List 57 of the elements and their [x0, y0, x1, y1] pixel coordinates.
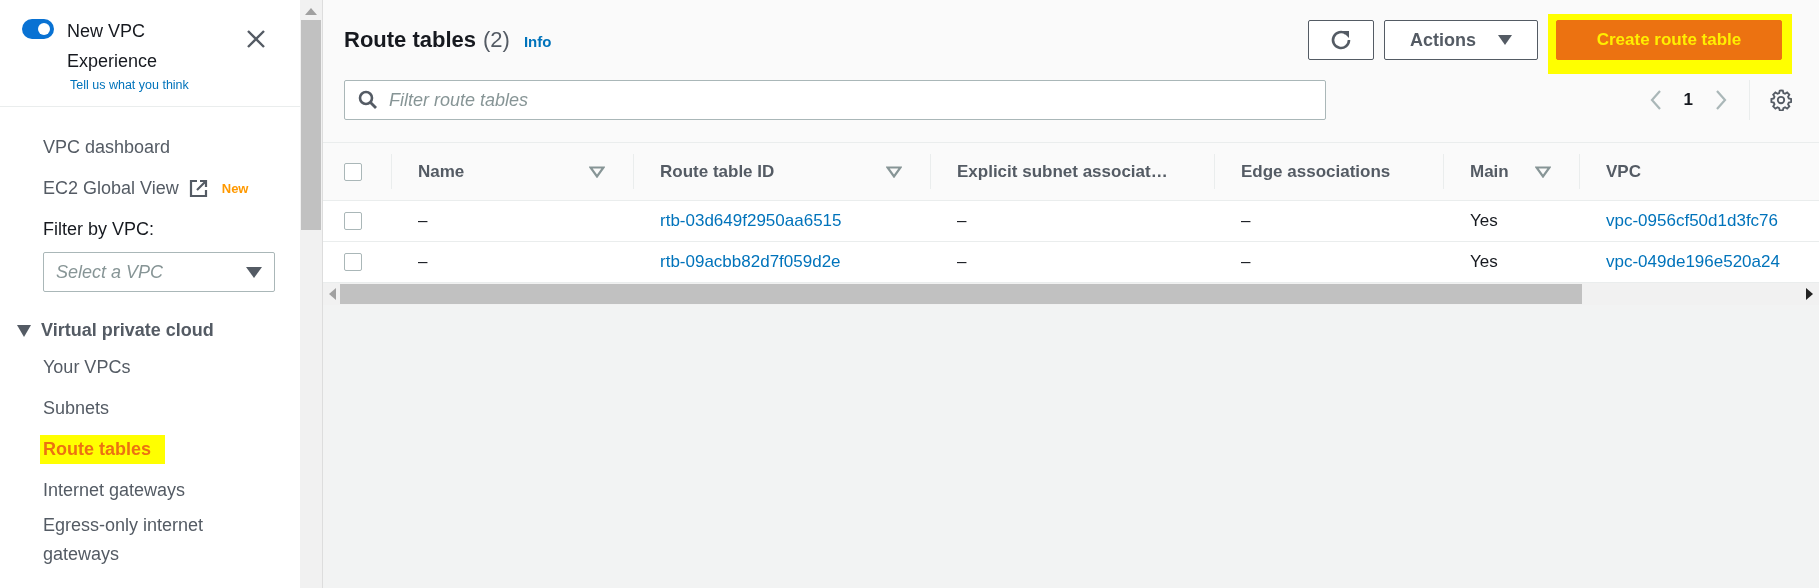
- table-cell: –: [1241, 252, 1251, 272]
- nav-link[interactable]: VPC dashboard: [43, 133, 171, 162]
- nav-link[interactable]: Subnets: [43, 394, 110, 423]
- actions-button[interactable]: Actions: [1384, 20, 1538, 60]
- previous-page-icon[interactable]: [1649, 90, 1662, 110]
- page-title: Route tables: [344, 27, 477, 53]
- table-cell: Yes: [1470, 211, 1498, 231]
- external-link-icon: [188, 179, 208, 198]
- experience-label: New VPC Experience: [67, 20, 159, 73]
- nav-link[interactable]: Egress-only internet gateways: [43, 511, 275, 569]
- table-cell: Yes: [1470, 252, 1498, 272]
- nav-link[interactable]: Internet gateways: [43, 476, 186, 505]
- column-header[interactable]: Main: [1470, 161, 1509, 182]
- table-link[interactable]: rtb-09acbb82d7f059d2e: [660, 252, 841, 272]
- new-label: New: [221, 181, 249, 196]
- refresh-icon: [1329, 28, 1353, 52]
- nav-link[interactable]: Your VPCs: [43, 353, 131, 382]
- column-header[interactable]: Name: [418, 161, 465, 182]
- table-link[interactable]: vpc-0956cf50d1d3fc76: [1606, 211, 1779, 231]
- section-heading[interactable]: Virtual private cloud: [41, 320, 214, 341]
- scroll-up-arrow-icon[interactable]: [305, 8, 317, 15]
- scrollbar-thumb[interactable]: [301, 20, 321, 230]
- settings-icon[interactable]: [1770, 89, 1792, 111]
- table-cell: –: [418, 211, 428, 231]
- scroll-left-arrow-icon[interactable]: [329, 288, 336, 300]
- next-page-icon[interactable]: [1715, 90, 1727, 110]
- table-link[interactable]: vpc-049de196e520a24: [1606, 252, 1780, 272]
- table-cell: –: [1241, 211, 1251, 231]
- row-checkbox[interactable]: [344, 212, 362, 230]
- nav-link[interactable]: EC2 Global View: [43, 174, 179, 203]
- page-number[interactable]: 1: [1683, 90, 1693, 110]
- caret-icon[interactable]: [17, 324, 31, 337]
- caret-icon: [246, 266, 262, 278]
- sort-icon[interactable]: [589, 165, 605, 178]
- sort-icon[interactable]: [1535, 165, 1551, 178]
- table-cell: –: [957, 252, 967, 272]
- feedback-link[interactable]: Tell us what you think: [70, 78, 227, 92]
- column-header[interactable]: Explicit subnet associat…: [957, 161, 1168, 182]
- search-field[interactable]: Filter route tables: [344, 80, 1326, 120]
- caret-icon: [1498, 35, 1512, 45]
- refresh-button[interactable]: [1308, 20, 1374, 60]
- close-icon[interactable]: [246, 29, 266, 49]
- table-cell: –: [418, 252, 428, 272]
- info-link[interactable]: Info: [523, 33, 552, 50]
- column-header[interactable]: VPC: [1606, 161, 1641, 182]
- item-count: (2): [483, 27, 510, 53]
- select-all-checkbox[interactable]: [344, 162, 362, 181]
- table-link[interactable]: rtb-03d649f2950aa6515: [660, 211, 842, 231]
- row-checkbox[interactable]: [344, 253, 362, 271]
- column-header[interactable]: Route table ID: [660, 161, 775, 182]
- toggle-switch[interactable]: [22, 19, 54, 39]
- column-header[interactable]: Edge associations: [1241, 161, 1391, 182]
- sort-icon[interactable]: [886, 165, 902, 178]
- filter-label: Filter by VPC:: [43, 218, 156, 241]
- scroll-right-arrow-icon[interactable]: [1806, 288, 1813, 300]
- table-cell: –: [957, 211, 967, 231]
- scrollbar-thumb[interactable]: [340, 284, 1582, 304]
